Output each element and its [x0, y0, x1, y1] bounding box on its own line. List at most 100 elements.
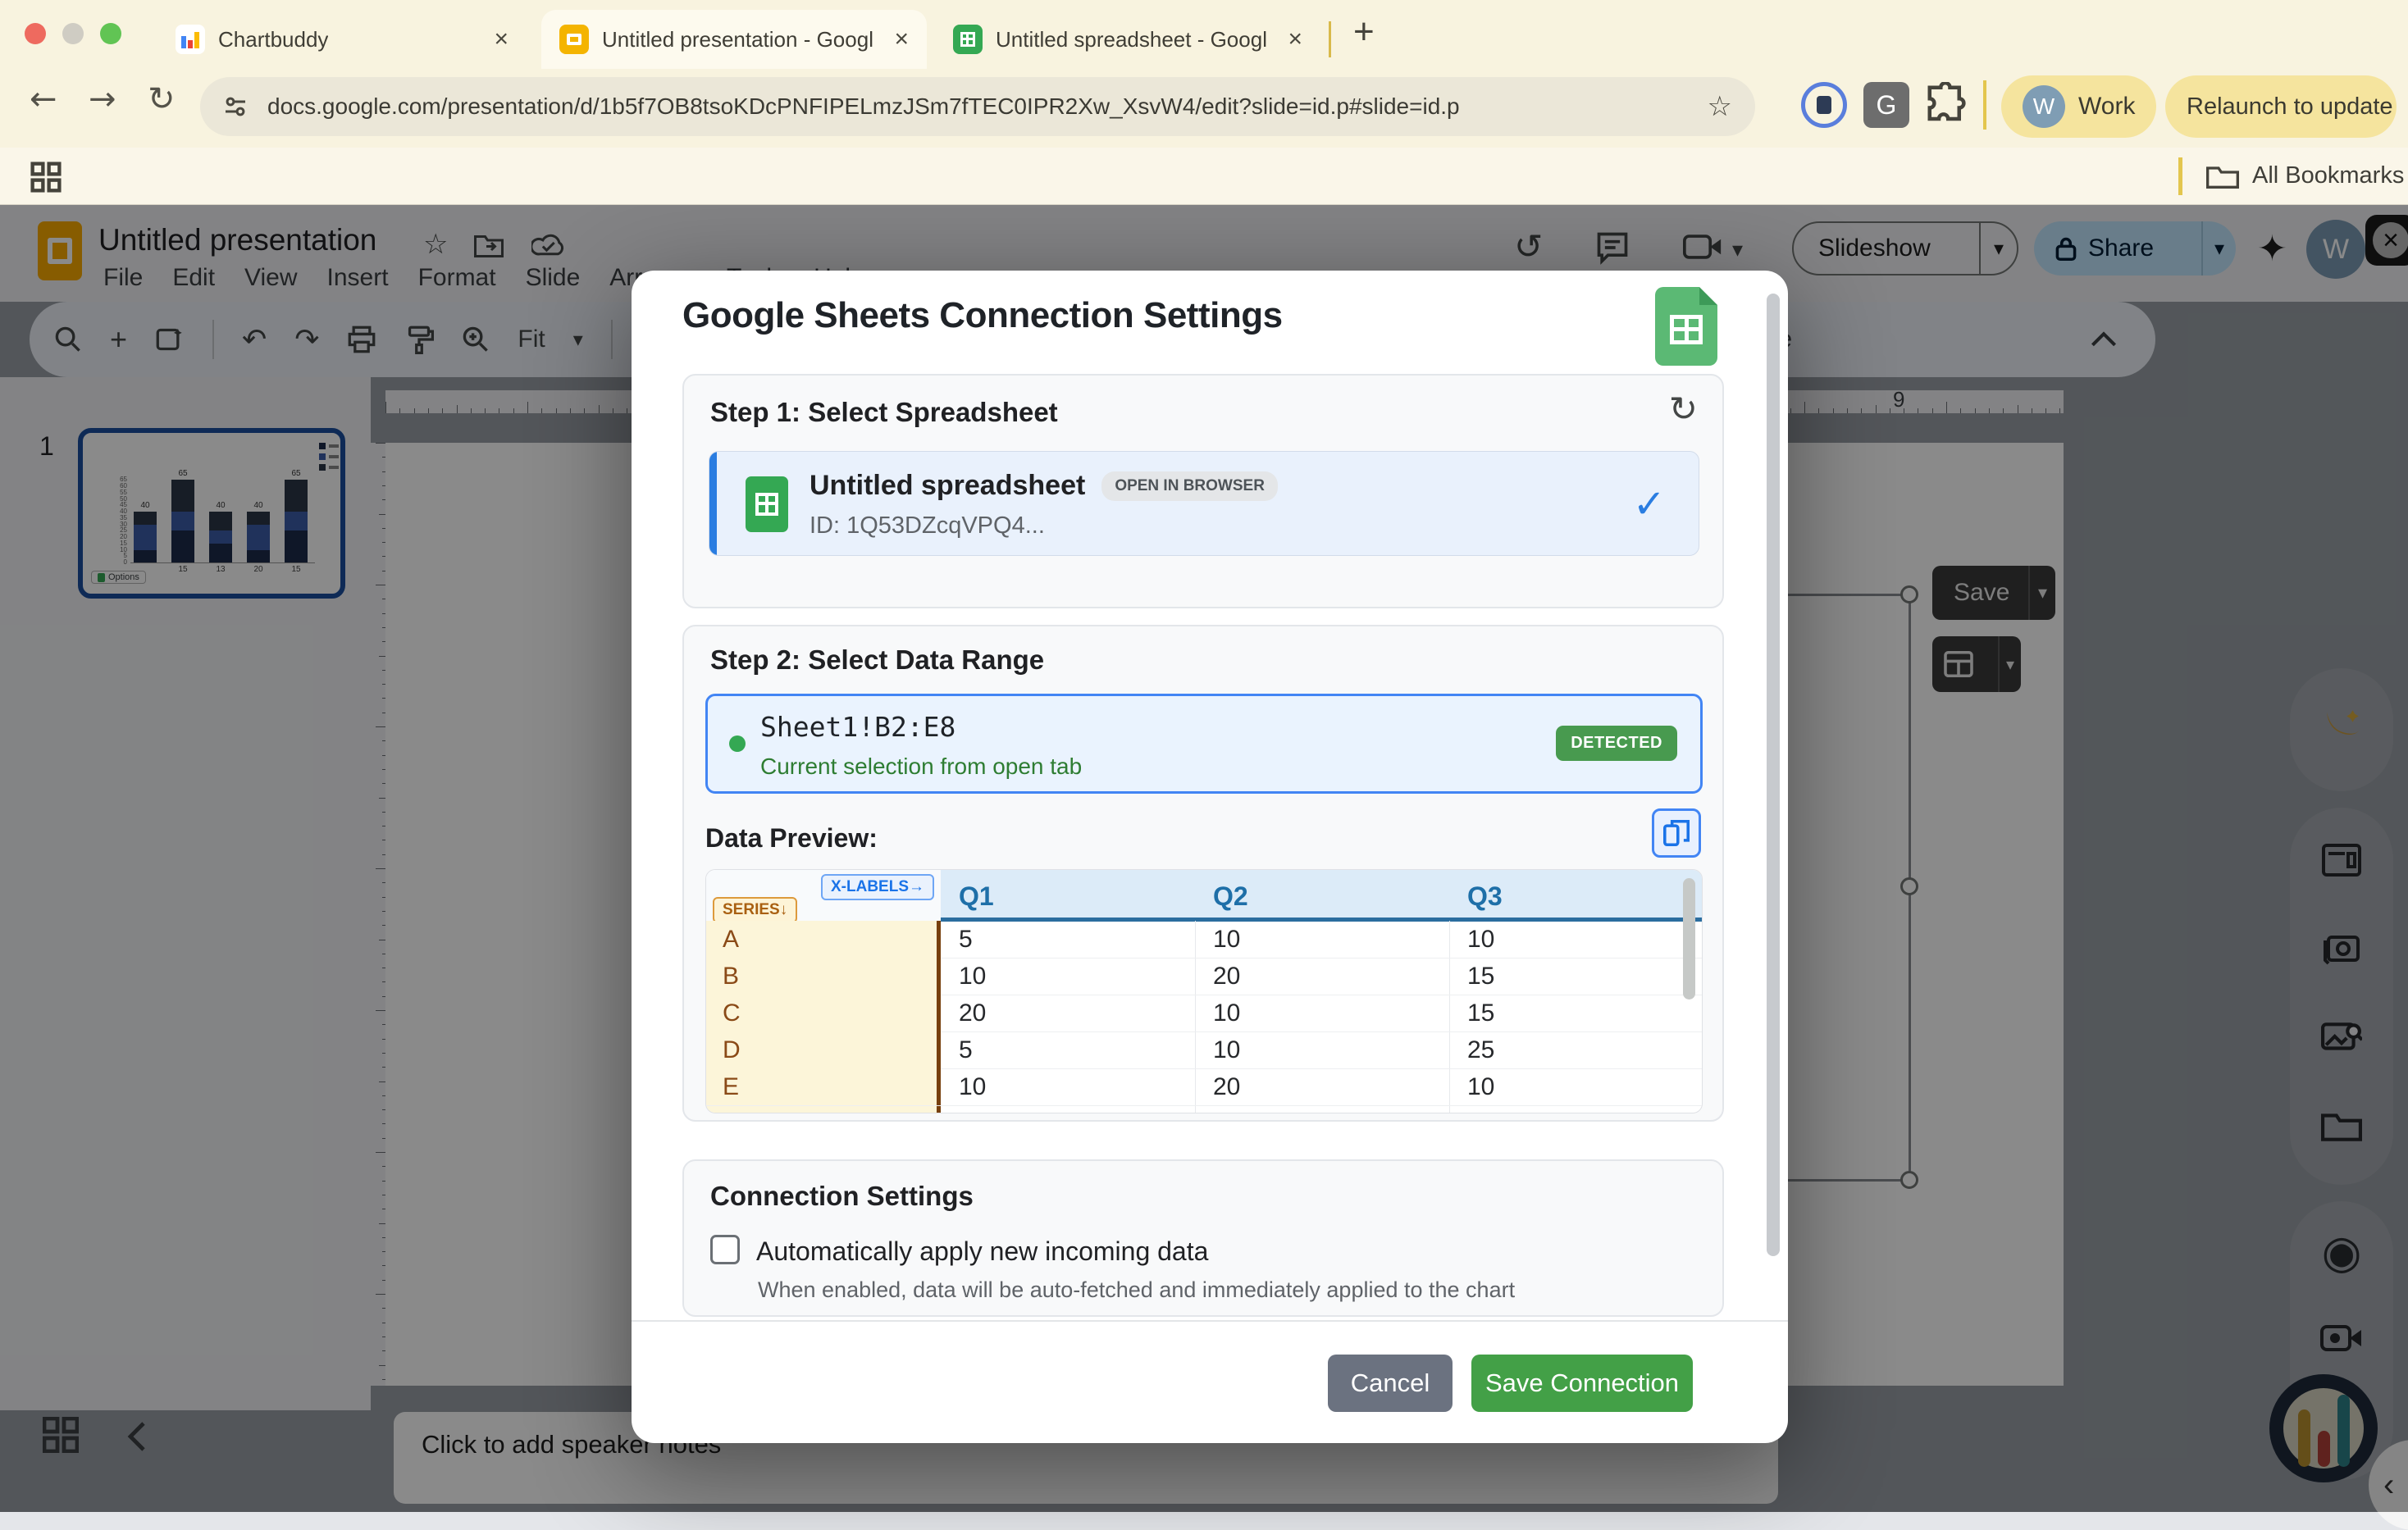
footer-divider [632, 1320, 1788, 1322]
x-labels-badge: X-LABELS→ [821, 874, 934, 900]
tab-chartbuddy[interactable]: Chartbuddy × [157, 10, 527, 69]
chartbuddy-favicon [176, 25, 205, 54]
checkbox-label[interactable]: Automatically apply new incoming data [756, 1236, 1208, 1267]
tab-divider [1329, 21, 1331, 57]
selected-accent-bar [709, 452, 717, 555]
cell-b-q2: 20 [1195, 958, 1240, 995]
series-badge: SERIES↓ [713, 897, 797, 923]
spreadsheet-item[interactable]: Untitled spreadsheet OPEN IN BROWSER ID:… [709, 451, 1699, 556]
window-zoom-button[interactable] [100, 23, 121, 44]
selected-check-icon: ✓ [1633, 481, 1666, 527]
auto-apply-checkbox[interactable] [710, 1235, 740, 1264]
cell-e-q3: 10 [1449, 1068, 1494, 1105]
spreadsheet-id: ID: 1Q53DZcqVPQ4... [810, 512, 1045, 540]
header-underline [941, 918, 1703, 922]
profile-chip[interactable]: W Work [2001, 75, 2156, 138]
url-text: docs.google.com/presentation/d/1b5f7OB8t… [267, 93, 1460, 120]
step2-card: Step 2: Select Data Range Sheet1!B2:E8 C… [682, 625, 1724, 1122]
cell-d-q3: 25 [1449, 1031, 1494, 1068]
navigation-bar: ← → ↻ docs.google.com/presentation/d/1b5… [0, 69, 2408, 148]
refresh-icon[interactable]: ↻ [1669, 389, 1698, 429]
table-header-row [941, 870, 1703, 921]
sheets-favicon [953, 25, 983, 54]
forward-button[interactable]: → [89, 80, 116, 118]
row-label-c: C [706, 995, 941, 1031]
window-close-button[interactable] [25, 23, 46, 44]
g-extension-icon[interactable]: G [1863, 82, 1909, 128]
browser-chrome: Chartbuddy × Untitled presentation - Goo… [0, 0, 2408, 205]
password-manager-icon[interactable] [1801, 82, 1847, 128]
cancel-button[interactable]: Cancel [1328, 1355, 1453, 1412]
checkbox-help-text: When enabled, data will be auto-fetched … [758, 1277, 1515, 1303]
cell-e-q1: 10 [941, 1068, 986, 1105]
cell-d-q2: 10 [1195, 1031, 1240, 1068]
apps-grid-icon[interactable] [30, 161, 62, 194]
step1-card: Step 1: Select Spreadsheet ↻ Untitled sp… [682, 374, 1724, 608]
sheets-connection-modal: Google Sheets Connection Settings Step 1… [632, 271, 1788, 1443]
step2-heading: Step 2: Select Data Range [710, 644, 1044, 676]
status-dot [729, 735, 746, 752]
cell-a-q1: 5 [941, 921, 973, 958]
tab-title: Chartbuddy [218, 27, 328, 52]
table-scrollbar[interactable] [1683, 878, 1695, 1000]
col-header-q1: Q1 [959, 881, 994, 912]
detected-badge: DETECTED [1556, 726, 1677, 761]
cell-c-q2: 10 [1195, 995, 1240, 1031]
relaunch-label: Relaunch to update [2187, 93, 2393, 121]
toolbar-separator [1983, 80, 1986, 130]
cell-b-q1: 10 [941, 958, 986, 995]
profile-label: Work [2078, 93, 2135, 121]
spreadsheet-name: Untitled spreadsheet [810, 470, 1085, 502]
extensions-puzzle-icon[interactable] [1924, 82, 1968, 126]
cell-c-q3: 15 [1449, 995, 1494, 1031]
window-minimize-button[interactable] [62, 23, 84, 44]
row-label-a: A [706, 921, 941, 958]
row-label-e: E [706, 1068, 941, 1105]
tab-spreadsheet[interactable]: Untitled spreadsheet - Googl × [935, 10, 1320, 69]
relaunch-button[interactable]: Relaunch to update ⋮ [2165, 75, 2397, 138]
back-button[interactable]: ← [30, 80, 57, 118]
data-preview-label: Data Preview: [705, 823, 878, 854]
bookmark-star-icon[interactable]: ☆ [1708, 90, 1732, 123]
range-value: Sheet1!B2:E8 [760, 711, 955, 743]
data-range-box[interactable]: Sheet1!B2:E8 Current selection from open… [705, 694, 1703, 794]
connection-settings-card: Connection Settings Automatically apply … [682, 1159, 1724, 1317]
step1-heading: Step 1: Select Spreadsheet [710, 397, 1058, 428]
site-info-icon[interactable] [223, 94, 248, 119]
cell-e-q2: 20 [1195, 1068, 1240, 1105]
bookmarks-bar: All Bookmarks [0, 148, 2408, 205]
settings-heading: Connection Settings [710, 1181, 974, 1212]
range-note: Current selection from open tab [760, 754, 1082, 780]
all-bookmarks-folder-icon[interactable] [2206, 162, 2239, 190]
cell-c-q1: 20 [941, 995, 986, 1031]
tab-presentation-active[interactable]: Untitled presentation - Googl × [541, 10, 927, 69]
tab-title: Untitled presentation - Googl [602, 27, 873, 52]
cell-b-q3: 15 [1449, 958, 1494, 995]
sheets-item-icon [746, 476, 788, 532]
tab-close-icon[interactable]: × [894, 25, 909, 53]
bookmarks-separator [2178, 157, 2182, 195]
row-label-d: D [706, 1031, 941, 1068]
row-label-b: B [706, 958, 941, 995]
sheets-logo [1655, 287, 1717, 366]
save-connection-button[interactable]: Save Connection [1471, 1355, 1693, 1412]
new-tab-button[interactable]: + [1353, 11, 1375, 52]
data-preview-table[interactable]: X-LABELS→ SERIES↓ Q1 Q2 Q3 A 5 10 10 B 1… [705, 869, 1703, 1113]
row-label-partial [706, 1106, 941, 1113]
tab-close-icon[interactable]: × [1288, 25, 1302, 53]
open-in-browser-badge: OPEN IN BROWSER [1101, 471, 1278, 501]
address-bar[interactable]: docs.google.com/presentation/d/1b5f7OB8t… [200, 77, 1755, 136]
col-header-q3: Q3 [1467, 881, 1503, 912]
col-header-q2: Q2 [1213, 881, 1248, 912]
transpose-button[interactable] [1652, 808, 1701, 858]
slides-favicon [559, 25, 589, 54]
reload-button[interactable]: ↻ [148, 80, 176, 118]
modal-scrollbar[interactable] [1767, 294, 1780, 1256]
g-extension-label: G [1877, 90, 1897, 121]
cell-a-q3: 10 [1449, 921, 1494, 958]
cell-d-q1: 5 [941, 1031, 973, 1068]
all-bookmarks-label[interactable]: All Bookmarks [2252, 162, 2404, 189]
tab-close-icon[interactable]: × [494, 25, 509, 53]
modal-title: Google Sheets Connection Settings [682, 295, 1283, 336]
transpose-icon [1663, 820, 1690, 846]
